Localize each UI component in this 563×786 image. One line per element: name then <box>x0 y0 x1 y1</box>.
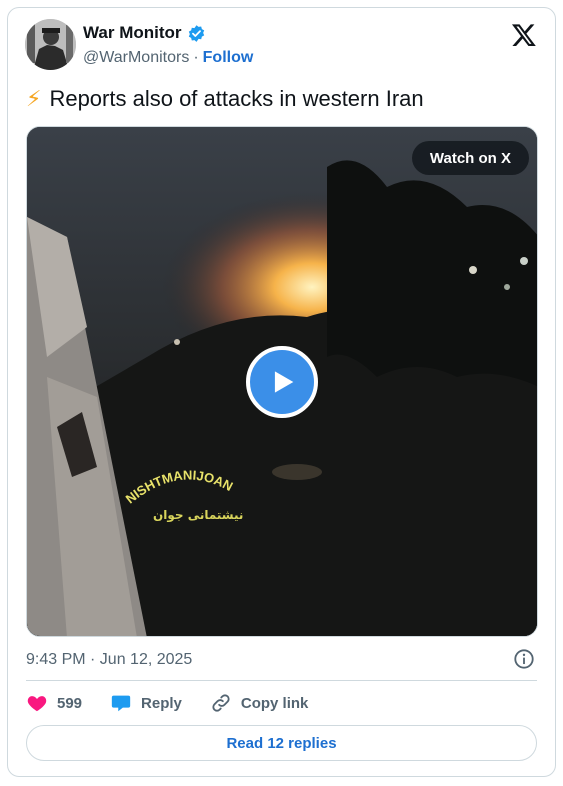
tweet-timestamp[interactable]: 9:43 PM · Jun 12, 2025 <box>26 651 192 669</box>
author-handle[interactable]: @WarMonitors <box>83 49 189 67</box>
play-icon <box>274 371 294 393</box>
like-button[interactable]: 599 <box>26 692 82 714</box>
video-watermark: NISHTMANIJOAN نیشتمانی جوان <box>119 457 259 527</box>
separator-dot: · <box>193 49 199 66</box>
tweet-text: ⚡ Reports also of attacks in western Ira… <box>26 86 424 112</box>
reply-button[interactable]: Reply <box>110 692 182 714</box>
author-display-name[interactable]: War Monitor <box>83 23 182 43</box>
copy-link-button[interactable]: Copy link <box>210 692 309 714</box>
play-button[interactable] <box>246 346 318 418</box>
read-replies-button[interactable]: Read 12 replies <box>26 725 537 761</box>
link-icon <box>212 694 230 712</box>
divider <box>26 680 537 681</box>
likes-count: 599 <box>57 694 83 712</box>
tweet-card: War Monitor @WarMonitors · Follow ⚡ Repo… <box>7 7 556 777</box>
author-name-row[interactable]: War Monitor <box>83 23 206 43</box>
info-icon[interactable] <box>513 648 535 670</box>
watch-on-x-button[interactable]: Watch on X <box>411 141 529 175</box>
x-logo-icon[interactable] <box>511 22 537 48</box>
tweet-body: Reports also of attacks in western Iran <box>49 86 424 111</box>
copy-link-label: Copy link <box>240 694 309 712</box>
watermark-subtext: نیشتمانی جوان <box>153 508 243 523</box>
heart-icon <box>27 696 47 712</box>
watermark-text: NISHTMANIJOAN <box>123 467 236 506</box>
author-handle-row: @WarMonitors · Follow <box>83 49 253 67</box>
avatar[interactable] <box>25 19 76 70</box>
lightning-emoji: ⚡ <box>26 86 42 111</box>
reply-bubble-icon <box>111 695 131 712</box>
follow-button[interactable]: Follow <box>203 49 254 67</box>
verified-badge-icon <box>187 24 206 43</box>
reply-label: Reply <box>141 694 182 712</box>
action-bar: 599 Reply Copy link <box>26 691 336 715</box>
video-player[interactable]: Watch on X NISHTMANIJOAN نیشتمانی جوان <box>26 126 538 637</box>
